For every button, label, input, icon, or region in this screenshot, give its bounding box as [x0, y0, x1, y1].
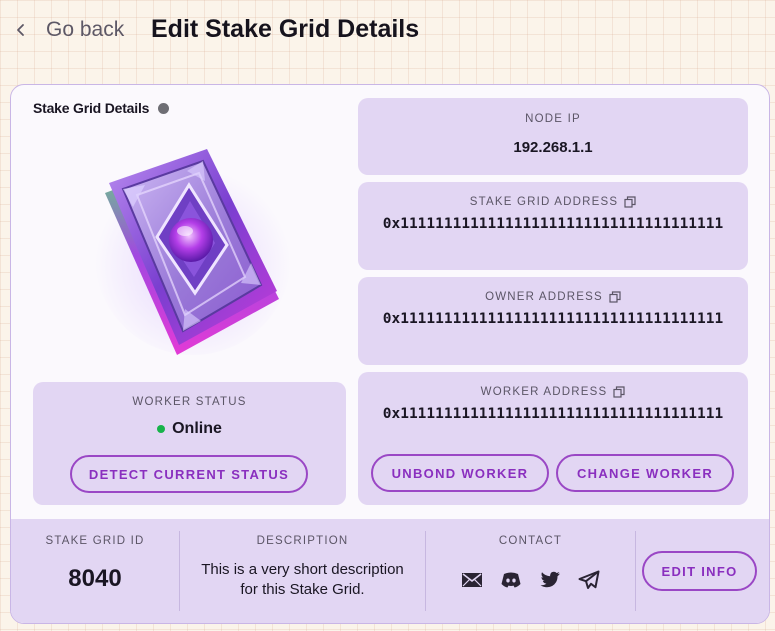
stake-grid-address-label: STAKE GRID ADDRESS — [469, 196, 619, 208]
details-footer: STAKE GRID ID 8040 DESCRIPTION This is a… — [11, 519, 769, 623]
divider — [635, 531, 636, 611]
worker-address-label: WORKER ADDRESS — [480, 386, 608, 398]
top-bar: Go back Edit Stake Grid Details — [0, 0, 775, 60]
status-indicator-dot — [158, 102, 170, 114]
owner-address-label: OWNER ADDRESS — [485, 291, 603, 303]
mail-icon[interactable] — [460, 567, 485, 592]
contact-column: CONTACT — [426, 519, 635, 623]
worker-status-value: Online — [172, 420, 222, 437]
description-label: DESCRIPTION — [256, 535, 349, 547]
unbond-worker-button[interactable]: UNBOND WORKER — [371, 454, 549, 492]
stake-grid-heading: Stake Grid Details — [33, 100, 170, 116]
stake-grid-id-value: 8040 — [68, 565, 122, 592]
page-title: Edit Stake Grid Details — [151, 15, 420, 43]
edit-info-button[interactable]: EDIT INFO — [642, 551, 757, 591]
stake-grid-card: Stake Grid Details WORKER STATUS Online … — [10, 84, 770, 624]
worker-status-label: WORKER STATUS — [132, 396, 247, 408]
stake-grid-card-image — [95, 149, 291, 355]
description-value: This is a very short description for thi… — [201, 561, 404, 598]
go-back-label: Go back — [46, 18, 125, 41]
stake-grid-address-panel: STAKE GRID ADDRESS 0x1111111111111111111… — [358, 182, 748, 270]
telegram-icon[interactable] — [577, 567, 602, 592]
contact-label: CONTACT — [498, 535, 563, 547]
owner-address-value: 0x1111111111111111111111111111111111111 — [382, 311, 724, 327]
worker-address-header: WORKER ADDRESS — [358, 386, 748, 398]
stake-grid-id-label: STAKE GRID ID — [45, 535, 145, 547]
worker-address-panel: WORKER ADDRESS 0x11111111111111111111111… — [358, 372, 748, 505]
worker-status-panel: WORKER STATUS Online DETECT CURRENT STAT… — [33, 382, 346, 505]
change-worker-button[interactable]: CHANGE WORKER — [556, 454, 734, 492]
node-ip-panel: NODE IP 192.268.1.1 — [358, 98, 748, 175]
worker-address-value: 0x1111111111111111111111111111111111111 — [382, 406, 724, 422]
stake-grid-title: Stake Grid Details — [33, 100, 150, 116]
owner-address-panel: OWNER ADDRESS 0x111111111111111111111111… — [358, 277, 748, 365]
owner-address-header: OWNER ADDRESS — [358, 291, 748, 303]
contact-icons — [426, 567, 635, 592]
copy-icon[interactable] — [609, 291, 621, 303]
stake-grid-address-value: 0x1111111111111111111111111111111111111 — [382, 216, 724, 232]
detect-current-status-button[interactable]: DETECT CURRENT STATUS — [70, 455, 308, 493]
online-dot-icon — [157, 425, 166, 433]
stake-grid-id-column: STAKE GRID ID 8040 — [11, 519, 179, 623]
chevron-left-icon — [17, 24, 24, 36]
copy-icon[interactable] — [613, 386, 625, 398]
description-column: DESCRIPTION This is a very short descrip… — [180, 519, 425, 623]
twitter-icon[interactable] — [538, 567, 563, 592]
discord-icon[interactable] — [499, 567, 524, 592]
node-ip-value: 192.268.1.1 — [513, 139, 593, 156]
worker-status-row: Online — [33, 420, 346, 438]
go-back-link[interactable]: Go back — [14, 14, 124, 46]
stake-grid-address-header: STAKE GRID ADDRESS — [358, 196, 748, 208]
copy-icon[interactable] — [624, 196, 636, 208]
node-ip-label: NODE IP — [525, 113, 581, 125]
